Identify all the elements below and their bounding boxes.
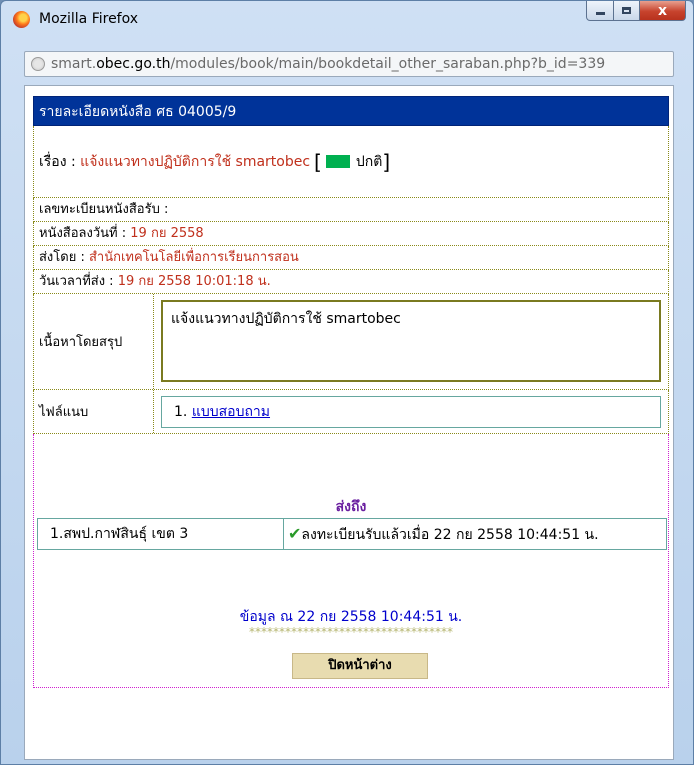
url-prefix: smart. [51, 56, 97, 72]
url-bar[interactable]: smart.obec.go.th/modules/book/main/bookd… [24, 51, 674, 77]
status-bracket-close: ] [382, 149, 391, 174]
attachment-box: 1. แบบสอบถาม [161, 396, 661, 428]
subject-value: แจ้งแนวทางปฏิบัติการใช้ smartobec [80, 153, 311, 170]
recipient-status-text: ลงทะเบียนรับแล้วเมื่อ 22 กย 2558 10:44:5… [301, 527, 599, 543]
minimize-button[interactable] [586, 1, 614, 21]
summary-label: เนื้อหาโดยสรุป [34, 294, 154, 389]
browser-window: Mozilla Firefox x smart.obec.go.th/modul… [0, 0, 694, 765]
status-bracket-open: [ [314, 149, 322, 174]
registration-row: เลขทะเบียนหนังสือรับ : [33, 198, 669, 222]
attachment-row: ไฟล์แนบ 1. แบบสอบถาม [33, 390, 669, 434]
status-color-swatch [325, 155, 350, 168]
attachment-cell: 1. แบบสอบถาม [154, 390, 668, 433]
url-text: smart.obec.go.th/modules/book/main/bookd… [51, 52, 605, 76]
firefox-icon [13, 11, 30, 28]
book-detail: รายละเอียดหนังสือ ศธ 04005/9 เรื่อง : แจ… [33, 96, 669, 688]
check-icon: ✔ [288, 524, 302, 543]
date-value: 19 กย 2558 [130, 226, 204, 241]
attachment-link[interactable]: แบบสอบถาม [192, 404, 270, 420]
window-controls: x [586, 1, 686, 23]
recipient-status: ✔ลงทะเบียนรับแล้วเมื่อ 22 กย 2558 10:44:… [284, 519, 666, 549]
window-title: Mozilla Firefox [39, 11, 139, 27]
sent-time-label: วันเวลาที่ส่ง : [39, 274, 114, 289]
attachment-index: 1. [174, 404, 188, 420]
page-title: รายละเอียดหนังสือ ศธ 04005/9 [33, 96, 669, 126]
close-icon: x [657, 2, 668, 19]
sent-time-value: 19 กย 2558 10:01:18 น. [117, 274, 271, 289]
close-window-button[interactable]: x [640, 1, 686, 21]
attachment-label: ไฟล์แนบ [34, 390, 154, 433]
url-path: /modules/book/main/bookdetail_other_sara… [170, 56, 606, 72]
recipients-section: ส่งถึง 1.สพป.กาฬสินธุ์ เขต 3 ✔ลงทะเบียนร… [33, 434, 669, 688]
table-row: 1.สพป.กาฬสินธุ์ เขต 3 ✔ลงทะเบียนรับแล้วเ… [37, 518, 667, 550]
registration-label: เลขทะเบียนหนังสือรับ : [39, 202, 169, 217]
status-badge: [ ปกติ ] [314, 150, 390, 174]
maximize-button[interactable] [614, 1, 640, 21]
status-label: ปกติ [355, 153, 383, 170]
sender-label: ส่งโดย : [39, 250, 85, 265]
recipient-name: 1.สพป.กาฬสินธุ์ เขต 3 [38, 519, 284, 549]
title-bar[interactable]: Mozilla Firefox x [1, 1, 693, 39]
date-label: หนังสือลงวันที่ : [39, 226, 127, 241]
summary-row: เนื้อหาโดยสรุป แจ้งแนวทางปฏิบัติการใช้ s… [33, 294, 669, 390]
summary-text: แจ้งแนวทางปฏิบัติการใช้ smartobec [161, 300, 661, 382]
summary-cell: แจ้งแนวทางปฏิบัติการใช้ smartobec [154, 294, 668, 389]
subject-row: เรื่อง : แจ้งแนวทางปฏิบัติการใช้ smartob… [33, 126, 669, 198]
sender-value: สำนักเทคโนโลยีเพื่อการเรียนการสอน [88, 250, 299, 265]
minimize-icon [595, 12, 605, 15]
divider-stars: ********************************** [249, 625, 453, 639]
recipients-title: ส่งถึง [335, 499, 367, 515]
close-page-button[interactable]: ปิดหน้าต่าง [292, 653, 428, 679]
globe-icon [31, 57, 45, 71]
date-row: หนังสือลงวันที่ : 19 กย 2558 [33, 222, 669, 246]
url-host: obec.go.th [96, 56, 171, 72]
page-content: รายละเอียดหนังสือ ศธ 04005/9 เรื่อง : แจ… [24, 85, 674, 760]
maximize-icon [622, 7, 631, 14]
subject-label: เรื่อง : [39, 153, 76, 170]
sender-row: ส่งโดย : สำนักเทคโนโลยีเพื่อการเรียนการส… [33, 246, 669, 270]
sent-time-row: วันเวลาที่ส่ง : 19 กย 2558 10:01:18 น. [33, 270, 669, 294]
